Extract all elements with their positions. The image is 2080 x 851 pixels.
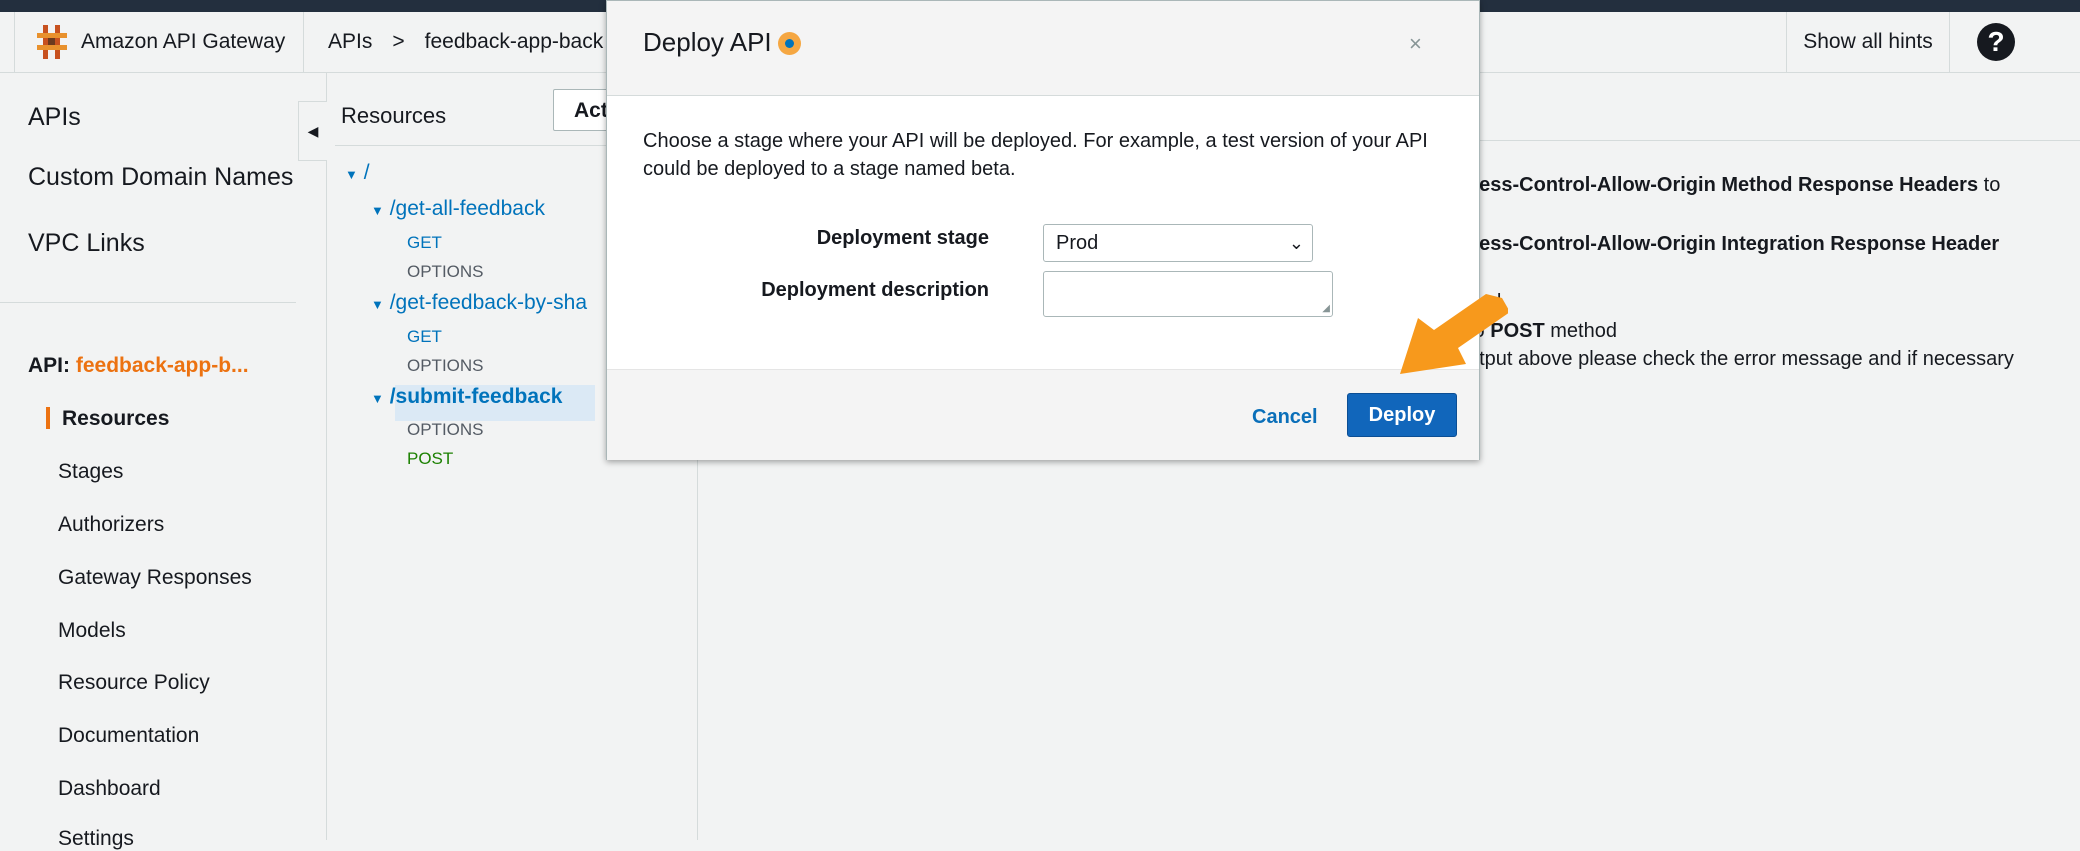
breadcrumb-separator: > — [392, 30, 405, 53]
deploy-api-dialog: Deploy API × Choose a stage where your A… — [606, 0, 1480, 460]
output-line: cess-Control-Allow-Origin Integration Re… — [1468, 233, 1999, 256]
collapse-nav-button[interactable]: ◀ — [298, 101, 327, 161]
resource-path: /get-feedback-by-sha — [389, 291, 587, 314]
breadcrumb: APIs > feedback-app-back — [328, 12, 603, 72]
dialog-header: Deploy API × — [607, 1, 1479, 96]
chevron-down-icon: ⌄ — [1288, 233, 1304, 253]
chevron-left-icon: ◀ — [307, 122, 319, 139]
deployment-description-field[interactable]: ◢ — [1043, 271, 1333, 317]
output-bold: cess-Control-Allow-Origin Method Respons… — [1468, 174, 1979, 196]
nav-item-vpc-links[interactable]: VPC Links — [28, 229, 145, 258]
nav-item-dashboard[interactable]: Dashboard — [58, 777, 161, 801]
expand-triangle-icon: ▼ — [371, 203, 384, 218]
nav-item-gateway-responses[interactable]: Gateway Responses — [58, 566, 252, 590]
deployment-stage-label: Deployment stage — [816, 227, 989, 249]
api-name: feedback-app-b... — [75, 354, 249, 377]
nav-divider — [0, 302, 296, 303]
nav-item-stages[interactable]: Stages — [58, 460, 123, 484]
method-get[interactable]: GET — [407, 233, 442, 253]
method-options[interactable]: OPTIONS — [407, 420, 484, 440]
breadcrumb-apis[interactable]: APIs — [328, 30, 372, 54]
nav-item-custom-domain-names[interactable]: Custom Domain Names — [28, 163, 293, 192]
nav-item-settings[interactable]: Settings — [58, 827, 134, 851]
method-post[interactable]: POST — [407, 449, 453, 469]
deployment-stage-value: Prod — [1056, 232, 1099, 254]
pointer-arrow-icon — [1400, 294, 1508, 374]
output-line: utput above please check the error messa… — [1468, 348, 2014, 370]
resize-grip-icon[interactable]: ◢ — [1322, 303, 1330, 314]
nav-item-resource-policy[interactable]: Resource Policy — [58, 671, 210, 695]
resource-path: /get-all-feedback — [389, 197, 545, 220]
show-all-hints-button[interactable]: Show all hints — [1786, 12, 1950, 72]
api-gateway-logo-icon — [37, 25, 67, 59]
method-options[interactable]: OPTIONS — [407, 356, 484, 376]
nav-item-models[interactable]: Models — [58, 619, 126, 643]
brand-name: Amazon API Gateway — [81, 30, 286, 53]
output-text: method — [1544, 320, 1617, 342]
expand-triangle-icon: ▼ — [371, 391, 384, 406]
method-options[interactable]: OPTIONS — [407, 262, 484, 282]
resource-node-selected[interactable]: ▼ /submit-feedback — [371, 385, 562, 409]
api-label: API: — [28, 354, 70, 377]
dialog-title: Deploy API — [643, 27, 772, 57]
deploy-button[interactable]: Deploy — [1347, 393, 1457, 437]
output-bold: cess-Control-Allow-Origin Integration Re… — [1468, 233, 2000, 255]
nav-item-authorizers[interactable]: Authorizers — [58, 513, 164, 537]
help-icon[interactable]: ? — [1977, 23, 2015, 61]
breadcrumb-api[interactable]: feedback-app-back — [425, 30, 604, 54]
resource-node[interactable]: ▼ /get-all-feedback — [371, 197, 545, 221]
resources-title: Resources — [341, 103, 447, 128]
output-line: cess-Control-Allow-Origin Method Respons… — [1468, 174, 2000, 197]
show-all-hints-label: Show all hints — [1803, 30, 1933, 53]
close-icon[interactable]: × — [1409, 31, 1422, 57]
output-text: to — [1978, 174, 2001, 196]
api-name-label[interactable]: API: feedback-app-b... — [28, 354, 249, 378]
resource-root[interactable]: ▼ / — [345, 161, 370, 185]
dialog-description: Choose a stage where your API will be de… — [643, 130, 1428, 180]
method-get[interactable]: GET — [407, 327, 442, 347]
resource-path: /submit-feedback — [389, 385, 563, 408]
deployment-description-label: Deployment description — [761, 279, 989, 301]
nav-item-apis[interactable]: APIs — [28, 103, 81, 132]
nav-item-resources[interactable]: Resources — [62, 407, 169, 431]
left-nav: APIs Custom Domain Names VPC Links API: … — [0, 73, 327, 850]
nav-item-documentation[interactable]: Documentation — [58, 724, 199, 748]
dialog-footer: Cancel Deploy — [607, 369, 1479, 460]
deployment-stage-select[interactable]: Prod ⌄ — [1043, 224, 1313, 262]
resource-root-path: / — [363, 161, 370, 184]
active-indicator — [46, 407, 50, 429]
brand[interactable]: Amazon API Gateway — [14, 12, 304, 72]
cancel-button[interactable]: Cancel — [1252, 406, 1318, 429]
expand-triangle-icon: ▼ — [345, 167, 358, 182]
expand-triangle-icon: ▼ — [371, 297, 384, 312]
info-icon[interactable] — [778, 32, 801, 55]
